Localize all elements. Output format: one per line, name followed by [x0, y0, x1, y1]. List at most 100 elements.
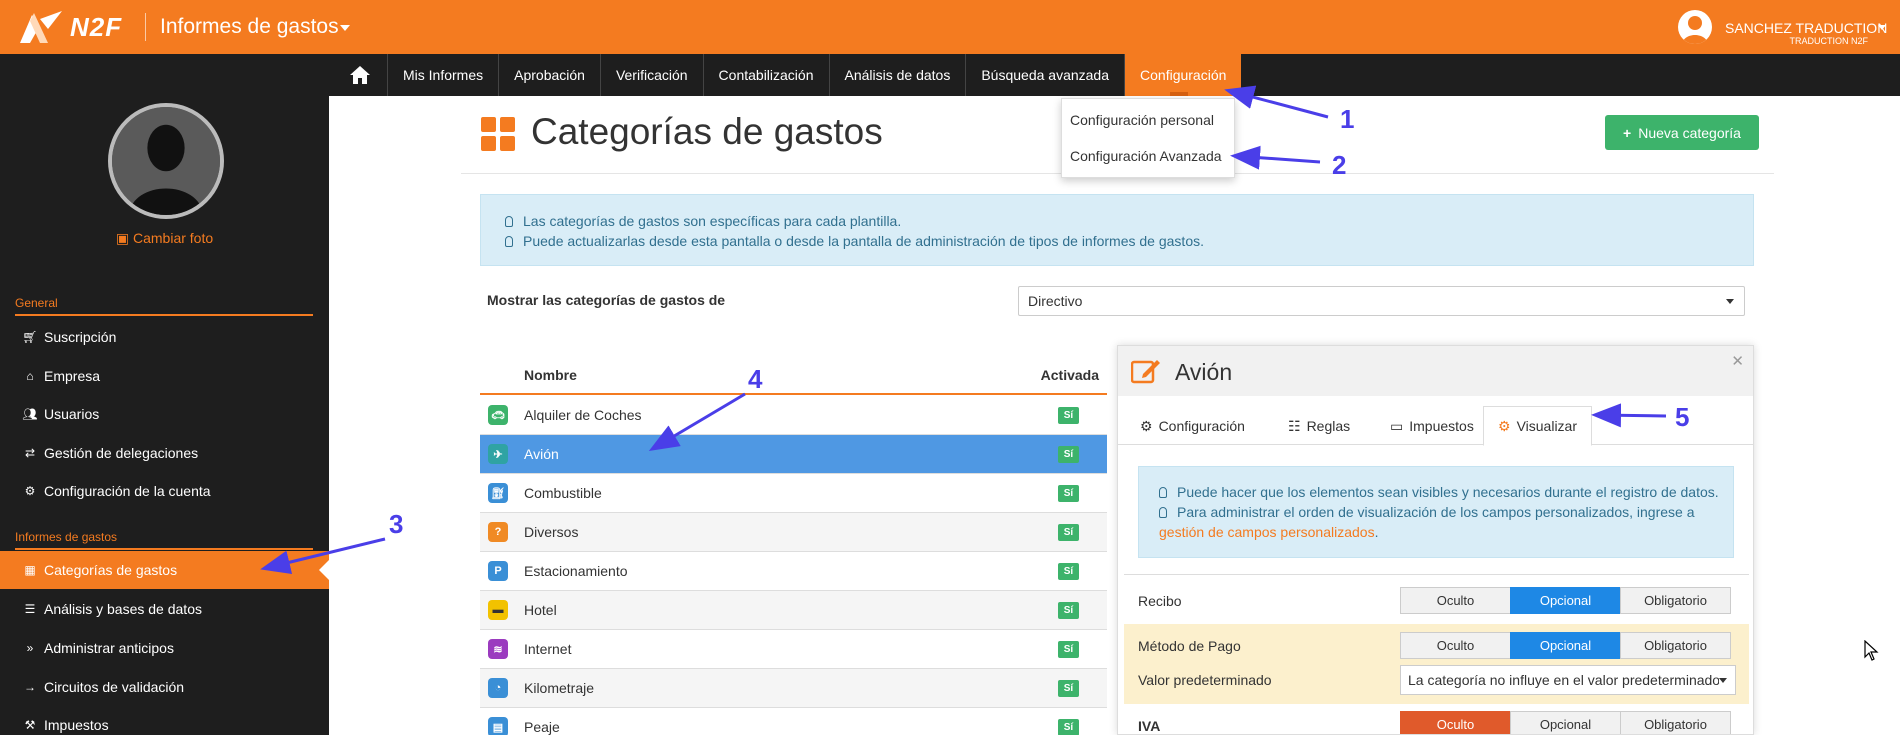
- sidebar-section-general: General: [15, 296, 58, 310]
- visibility-toggle-group: Oculto Opcional Obligatorio: [1400, 632, 1731, 659]
- table-row[interactable]: ▬ Hotel Sí: [480, 591, 1107, 630]
- logo-icon: [20, 11, 62, 43]
- user-menu-caret-icon[interactable]: [1878, 25, 1886, 30]
- category-detail-panel: Avión ✕ ⚙ Configuración ☷ Reglas ▭ Impuesto…: [1117, 345, 1754, 735]
- option-label: Recibo: [1138, 593, 1182, 609]
- active-badge: Sí: [1058, 719, 1079, 735]
- user-org: TRADUCTION N2F: [1789, 36, 1869, 46]
- users-icon: 👥︎: [22, 407, 38, 421]
- option-obligatorio[interactable]: Obligatorio: [1620, 587, 1731, 614]
- active-badge: Sí: [1058, 446, 1079, 463]
- sidebar-divider: [15, 548, 313, 550]
- sidebar-item-usuarios[interactable]: 👥︎ Usuarios: [0, 395, 329, 433]
- parking-icon: P: [488, 561, 508, 581]
- filter-label: Mostrar las categorías de gastos de: [487, 292, 726, 308]
- panel-info-box: Puede hacer que los elementos sean visib…: [1138, 466, 1734, 558]
- sidebar-item-suscripcion[interactable]: 🛒︎ Suscripción: [0, 318, 329, 356]
- menu-item-configuracion-avanzada[interactable]: Configuración Avanzada: [1070, 148, 1222, 164]
- option-opcional[interactable]: Opcional: [1510, 711, 1621, 734]
- option-opcional[interactable]: Opcional: [1510, 632, 1621, 659]
- option-row-iva: IVA Oculto Opcional Obligatorio: [1124, 706, 1749, 734]
- annotation-number: 4: [748, 364, 763, 394]
- table-row[interactable]: ? Diversos Sí: [480, 513, 1107, 552]
- main-nav: Mis Informes Aprobación Verificación Con…: [0, 54, 1900, 96]
- app-title[interactable]: Informes de gastos: [160, 15, 339, 39]
- plane-icon: ✈: [488, 444, 508, 464]
- visibility-toggle-group: Oculto Opcional Obligatorio: [1400, 587, 1731, 614]
- option-oculto[interactable]: Oculto: [1400, 632, 1511, 659]
- active-nav-indicator: [1170, 92, 1188, 96]
- table-row-selected[interactable]: ✈ Avión Sí: [480, 435, 1107, 474]
- table-row[interactable]: P Estacionamiento Sí: [480, 552, 1107, 591]
- sidebar-item-empresa[interactable]: ⌂ Empresa: [0, 357, 329, 395]
- nav-configuracion[interactable]: Configuración: [1124, 54, 1242, 96]
- profile-photo: [108, 103, 224, 219]
- change-photo-link[interactable]: ▣ Cambiar foto: [0, 230, 329, 247]
- table-row[interactable]: ≋ Internet Sí: [480, 630, 1107, 669]
- row-name: Peaje: [524, 719, 560, 735]
- table-row[interactable]: ▤ Peaje Sí: [480, 708, 1107, 735]
- option-oculto[interactable]: Oculto: [1400, 587, 1511, 614]
- gear-icon: ⚙: [1140, 417, 1153, 434]
- sidebar-item-label: Suscripción: [44, 329, 117, 345]
- n2f-logo[interactable]: N2F: [18, 8, 128, 46]
- caret-down-icon: [1719, 678, 1727, 683]
- configuracion-dropdown: Configuración personal Configuración Ava…: [1061, 98, 1235, 178]
- annotation-number: 3: [389, 509, 404, 539]
- bed-icon: ▬: [488, 600, 508, 620]
- option-obligatorio[interactable]: Obligatorio: [1620, 632, 1731, 659]
- lightbulb-icon: [505, 235, 513, 247]
- page-title: Categorías de gastos: [531, 111, 883, 152]
- sidebar-section-informes: Informes de gastos: [15, 530, 118, 544]
- nav-mis-informes[interactable]: Mis Informes: [387, 54, 498, 96]
- table-row[interactable]: 🚗︎ Alquiler de Coches Sí: [480, 396, 1107, 435]
- tab-impuestos[interactable]: ▭ Impuestos: [1376, 406, 1488, 446]
- nav-verificacion[interactable]: Verificación: [599, 54, 703, 96]
- nav-aprobacion[interactable]: Aprobación: [498, 54, 600, 96]
- sidebar-item-categorias[interactable]: ▦ Categorías de gastos: [0, 551, 329, 589]
- menu-item-configuracion-personal[interactable]: Configuración personal: [1070, 112, 1214, 128]
- tab-visualizar[interactable]: ⚙ Visualizar: [1483, 406, 1592, 446]
- tab-configuracion[interactable]: ⚙ Configuración: [1126, 406, 1259, 446]
- sidebar: ▣ Cambiar foto General 🛒︎ Suscripción ⌂ Em…: [0, 96, 329, 735]
- sidebar-divider: [15, 314, 313, 316]
- cart-icon: 🛒︎: [22, 330, 38, 344]
- active-badge: Sí: [1058, 563, 1079, 580]
- table-row[interactable]: ◔ Kilometraje Sí: [480, 669, 1107, 708]
- active-badge: Sí: [1058, 602, 1079, 619]
- user-avatar[interactable]: [1678, 10, 1712, 44]
- tab-reglas[interactable]: ☷ Reglas: [1274, 406, 1364, 446]
- close-icon[interactable]: ✕: [1731, 352, 1744, 370]
- handshake-icon: ⇄: [24, 446, 36, 460]
- sidebar-item-label: Configuración de la cuenta: [44, 483, 211, 499]
- sidebar-item-label: Análisis y bases de datos: [44, 601, 202, 617]
- option-row-metodo-pago: Método de Pago Oculto Opcional Obligator…: [1124, 624, 1749, 704]
- table-row[interactable]: ⛽︎ Combustible Sí: [480, 474, 1107, 513]
- sidebar-item-anticipos[interactable]: » Administrar anticipos: [0, 629, 329, 667]
- edit-icon: [1131, 360, 1160, 384]
- caret-down-icon: [1726, 299, 1734, 304]
- lightbulb-icon: [1159, 486, 1167, 498]
- option-obligatorio[interactable]: Obligatorio: [1620, 711, 1731, 734]
- option-opcional[interactable]: Opcional: [1510, 587, 1621, 614]
- home-icon[interactable]: [345, 54, 375, 96]
- user-name[interactable]: SANCHEZ TRADUCTION: [1725, 20, 1887, 36]
- sidebar-item-analisis[interactable]: ☰ Análisis y bases de datos: [0, 590, 329, 628]
- new-category-button[interactable]: + Nueva categoría: [1605, 115, 1759, 150]
- sidebar-item-delegaciones[interactable]: ⇄ Gestión de delegaciones: [0, 434, 329, 472]
- sidebar-item-impuestos[interactable]: ⚒ Impuestos: [0, 706, 329, 735]
- nav-busqueda-avanzada[interactable]: Búsqueda avanzada: [965, 54, 1124, 96]
- nav-contabilizacion[interactable]: Contabilización: [702, 54, 829, 96]
- sidebar-item-configuracion-cuenta[interactable]: ⚙ Configuración de la cuenta: [0, 472, 329, 510]
- sidebar-item-circuitos[interactable]: → Circuitos de validación: [0, 668, 329, 706]
- row-name: Avión: [524, 446, 559, 462]
- sliders-icon: ☷: [1288, 417, 1301, 434]
- option-label: Método de Pago: [1138, 638, 1241, 654]
- option-oculto[interactable]: Oculto: [1400, 711, 1511, 734]
- default-value-select[interactable]: La categoría no influye en el valor pred…: [1400, 665, 1736, 695]
- profile-silhouette-icon: [112, 107, 220, 215]
- nav-analisis-datos[interactable]: Análisis de datos: [828, 54, 966, 96]
- app-switch-caret-icon[interactable]: [340, 25, 350, 31]
- custom-fields-link[interactable]: gestión de campos personalizados: [1159, 524, 1375, 540]
- template-select[interactable]: Directivo: [1018, 286, 1745, 316]
